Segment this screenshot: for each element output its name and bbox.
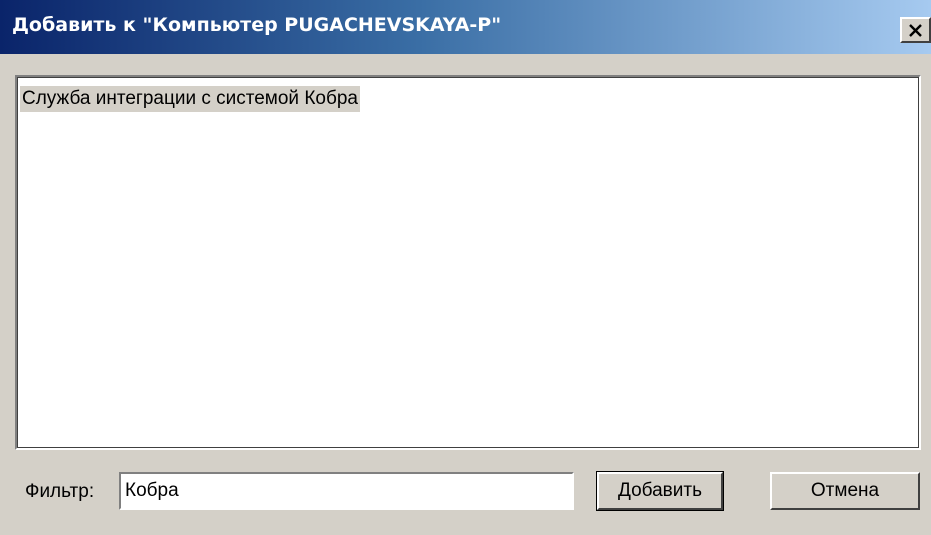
close-icon [909,24,922,37]
filter-input[interactable] [119,472,574,510]
window-title: Добавить к "Компьютер PUGACHEVSKAYA-P" [12,14,502,36]
add-button[interactable]: Добавить [596,471,724,511]
title-bar[interactable]: Добавить к "Компьютер PUGACHEVSKAYA-P" [0,0,931,54]
close-button[interactable] [900,17,931,43]
cancel-button[interactable]: Отмена [770,472,920,510]
list-item[interactable]: Служба интеграции с системой Кобра [20,86,360,112]
filter-label: Фильтр: [25,481,95,502]
service-listbox[interactable]: Служба интеграции с системой Кобра [15,75,921,450]
add-dialog: Добавить к "Компьютер PUGACHEVSKAYA-P" С… [0,0,931,535]
